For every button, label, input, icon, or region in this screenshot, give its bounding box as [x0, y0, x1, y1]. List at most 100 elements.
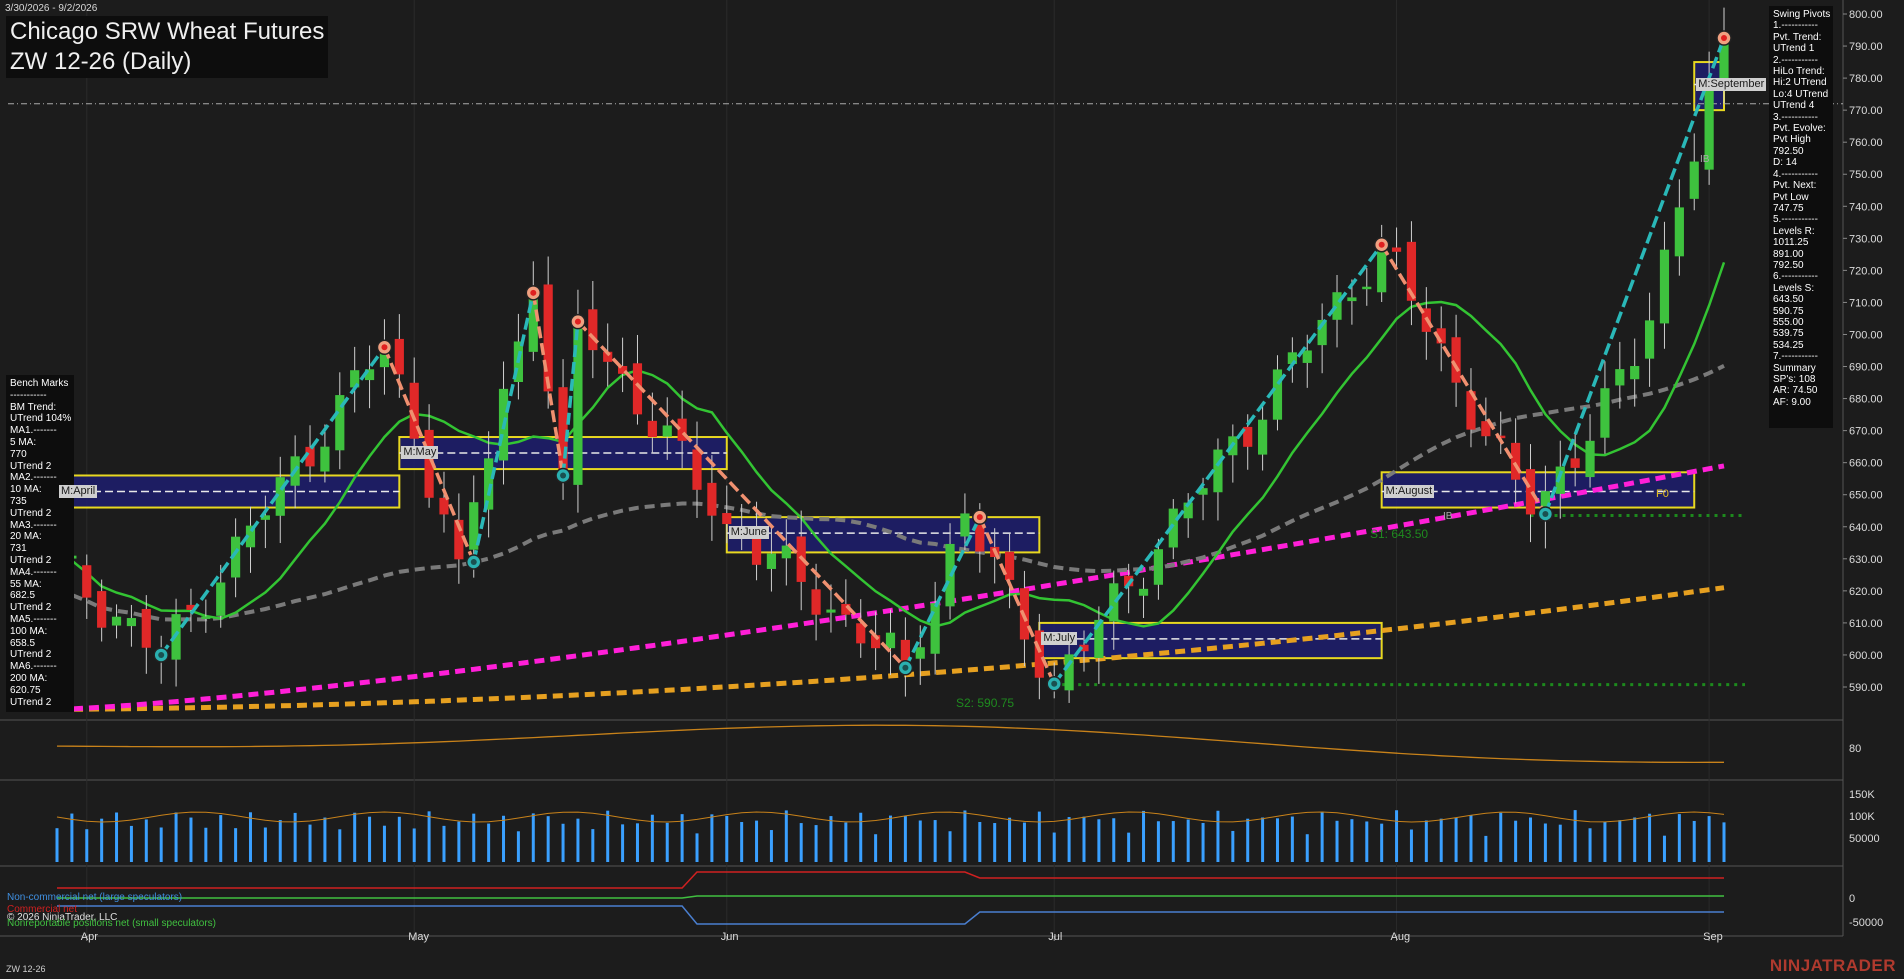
volume-bar — [115, 812, 119, 862]
bench-marks-line: 100 MA: — [10, 625, 48, 637]
bench-marks-line: UTrend 2 — [10, 696, 52, 708]
volume-bar — [1082, 816, 1086, 862]
swing-pivot-center — [1721, 35, 1727, 42]
month-box — [1038, 621, 1383, 660]
volume-bar — [1424, 820, 1428, 862]
bench-marks-line: 770 — [10, 448, 27, 460]
swing-pivots-line: AR: 74.50 — [1773, 385, 1818, 397]
swing-pivot-center — [560, 472, 567, 479]
volume-axis-label: 100K — [1849, 811, 1875, 823]
volume-bar — [1022, 822, 1026, 862]
volume-bar — [70, 813, 74, 862]
volume-bar — [635, 823, 639, 862]
x-tick-label: Sep — [1703, 931, 1723, 943]
swing-pivot-center — [158, 651, 165, 658]
volume-bar — [1499, 812, 1503, 862]
volume-axis-label: 150K — [1849, 789, 1875, 801]
volume-bar — [1335, 820, 1339, 862]
candle-body — [1511, 442, 1521, 480]
swing-pivot-center — [381, 344, 388, 351]
x-tick-label: May — [408, 931, 429, 943]
candle-body — [960, 513, 970, 537]
volume-bar — [1305, 834, 1309, 862]
volume-bar — [993, 823, 997, 862]
volume-bar — [531, 813, 535, 862]
candle-body — [885, 632, 896, 649]
volume-bar — [1008, 817, 1012, 862]
volume-bar — [755, 820, 759, 862]
month-tag: M:September — [1696, 77, 1767, 91]
volume-bar — [1142, 810, 1146, 862]
candle-body — [662, 425, 672, 437]
volume-bar — [1380, 823, 1384, 862]
volume-bar — [1588, 828, 1592, 862]
y-tick-label: 590.00 — [1849, 682, 1883, 694]
swing-pivots-line: 555.00 — [1773, 316, 1804, 328]
swing-pivots-line: Lo:4 UTrend — [1773, 88, 1829, 100]
y-tick-label: 660.00 — [1849, 458, 1883, 470]
volume-bar — [1261, 817, 1265, 862]
swing-pivots-line: Swing Pivots — [1773, 9, 1831, 20]
swing-pivots-line: 590.75 — [1773, 305, 1804, 317]
y-tick-label: 630.00 — [1849, 554, 1883, 566]
volume-bar — [859, 812, 863, 862]
volume-bar — [412, 828, 416, 862]
x-tick-label: Aug — [1391, 931, 1411, 943]
volume-bar — [1573, 810, 1577, 862]
volume-bar — [55, 828, 59, 862]
volume-bar — [1722, 822, 1726, 862]
volume-bar — [234, 828, 238, 862]
volume-bar — [308, 824, 312, 862]
price-chart[interactable]: 800.00 790.00 780.00 770.00 760.00 750.00 740.… — [0, 0, 1904, 979]
legend-noncommercial: Non-commercial net (large speculators) — [7, 892, 183, 903]
x-tick-label: Apr — [81, 931, 98, 943]
swing-pivots-line: 3.----------- — [1773, 111, 1818, 123]
swing-pivots-line: 4.----------- — [1773, 168, 1818, 180]
volume-bar — [695, 833, 699, 862]
candle-body — [1153, 549, 1164, 585]
y-tick-label: 760.00 — [1849, 137, 1883, 149]
volume-bar — [799, 823, 803, 862]
volume-bar — [1409, 829, 1413, 862]
y-tick-label: 700.00 — [1849, 329, 1883, 341]
volume-bar — [1112, 818, 1116, 862]
y-tick-label: 650.00 — [1849, 490, 1883, 502]
volume-bar — [948, 831, 952, 862]
bench-marks-panel: Bench Marks ----------- BM Trend: UTrend 10… — [6, 375, 74, 712]
bench-marks-line: MA4.------- — [10, 566, 57, 578]
volume-bar — [1290, 816, 1294, 862]
bench-marks-line: 20 MA: — [10, 531, 42, 543]
y-tick-label: 670.00 — [1849, 426, 1883, 438]
support-2-label: S2: 590.75 — [956, 696, 1015, 710]
volume-bar — [1201, 822, 1205, 862]
volume-bar — [1662, 835, 1666, 862]
volume-bar — [1156, 821, 1160, 862]
x-tick-label: Jul — [1048, 931, 1062, 943]
volume-bar — [248, 812, 252, 862]
volume-bar — [368, 816, 372, 862]
volume-bar — [1618, 820, 1622, 862]
swing-pivots-line: Summary — [1773, 362, 1816, 374]
swing-pivots-line: Levels S: — [1773, 282, 1815, 294]
bench-marks-line: MA5.------- — [10, 613, 57, 625]
volume-bar — [189, 817, 193, 862]
bench-marks-line: Bench Marks — [10, 378, 69, 389]
candle-body — [320, 446, 330, 472]
bench-marks-line: UTrend 2 — [10, 554, 52, 566]
f0-label: F0 — [1656, 488, 1669, 500]
candle-body — [1615, 369, 1625, 386]
volume-bar — [1603, 821, 1607, 862]
candle-body — [1272, 369, 1283, 420]
candle-body — [1689, 161, 1699, 199]
candle-body — [707, 482, 717, 516]
swing-line — [472, 292, 535, 563]
month-tag: M:June — [728, 526, 769, 540]
volume-bar — [1320, 811, 1324, 862]
volume-bar — [1648, 813, 1652, 862]
volume-bar — [918, 820, 922, 862]
swing-pivots-line: UTrend 4 — [1773, 100, 1815, 112]
swing-pivots-line: Hi:2 UTrend — [1773, 77, 1827, 89]
swing-pivot-center — [902, 664, 909, 671]
volume-bar — [561, 823, 565, 862]
volume-bar — [606, 810, 610, 862]
